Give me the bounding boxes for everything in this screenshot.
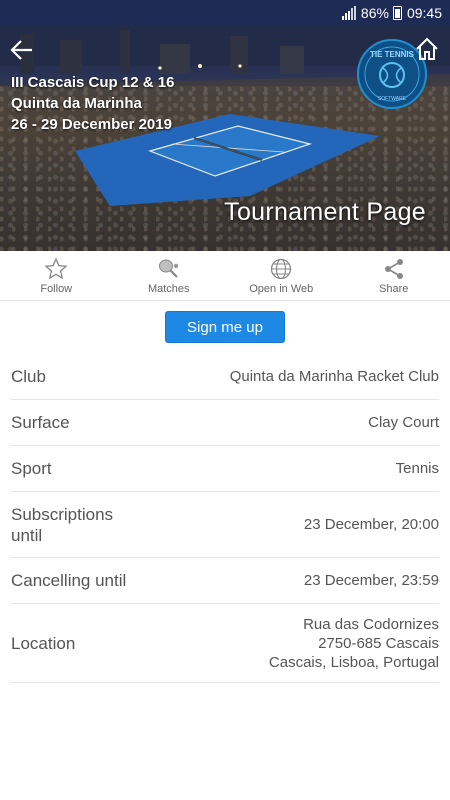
tournament-dates: 26 - 29 December 2019: [11, 116, 172, 133]
logo-text-bottom: SOFTWARE: [378, 96, 407, 102]
tournament-venue: Quinta da Marinha: [11, 95, 142, 112]
page-label: Tournament Page: [224, 198, 426, 226]
open-in-web-label: Open in Web: [249, 282, 314, 295]
location-postal: 2750-685 Cascais: [318, 634, 439, 652]
logo-text-top: TIE TENNIS: [370, 50, 415, 59]
home-icon[interactable]: [414, 36, 440, 62]
back-arrow-icon[interactable]: [8, 36, 36, 64]
info-row-surface: Surface Clay Court: [11, 400, 439, 446]
tournament-title: III Cascais Cup 12 & 16 Quinta da Marinh…: [11, 72, 174, 135]
open-in-web-button[interactable]: Open in Web: [225, 251, 338, 300]
subscriptions-label: Subscriptions until: [11, 504, 114, 545]
clock: 09:45: [406, 5, 442, 21]
sign-me-up-button[interactable]: Sign me up: [165, 311, 285, 343]
surface-label: Surface: [11, 413, 70, 432]
location-label: Location: [11, 633, 76, 653]
share-label: Share: [379, 282, 409, 295]
cancelling-label: Cancelling until: [11, 571, 127, 590]
battery-icon: [392, 6, 402, 20]
location-value[interactable]: Rua das Codornizes 2750-685 Cascais Casc…: [269, 615, 439, 672]
follow-label: Follow: [40, 282, 73, 295]
tennis-racket-icon: [158, 259, 178, 278]
tournament-name: III Cascais Cup 12 & 16: [11, 74, 175, 91]
matches-label: Matches: [147, 282, 190, 295]
info-row-sport: Sport Tennis: [11, 446, 439, 492]
action-bar: Follow Matches Open in Web Share: [0, 251, 450, 301]
info-row-cancelling: Cancelling until 23 December, 23:59: [11, 558, 439, 604]
globe-icon: [271, 258, 292, 279]
signal-icon: [341, 6, 356, 20]
star-icon: [44, 256, 68, 279]
info-row-club: Club Quinta da Marinha Racket Club: [11, 354, 439, 400]
tournament-banner: III Cascais Cup 12 & 16 Quinta da Marinh…: [0, 26, 450, 251]
battery-percent: 86%: [360, 5, 389, 21]
club-label: Club: [11, 367, 46, 386]
share-button[interactable]: Share: [338, 251, 450, 300]
info-row-subscriptions: Subscriptions until 23 December, 20:00: [11, 492, 439, 558]
club-value: Quinta da Marinha Racket Club: [229, 368, 439, 385]
surface-value: Clay Court: [368, 414, 439, 431]
location-street: Rua das Codornizes: [303, 615, 439, 633]
follow-button[interactable]: Follow: [0, 251, 113, 300]
status-bar: 86% 09:45: [0, 0, 450, 26]
location-region: Cascais, Lisboa, Portugal: [268, 653, 439, 671]
cancelling-value: 23 December, 23:59: [303, 572, 439, 589]
matches-button[interactable]: Matches: [113, 251, 226, 300]
info-row-location: Location Rua das Codornizes 2750-685 Cas…: [11, 604, 439, 683]
sport-label: Sport: [11, 459, 52, 478]
subscriptions-value: 23 December, 20:00: [303, 516, 439, 533]
tournament-info-list: Club Quinta da Marinha Racket Club Surfa…: [11, 354, 439, 683]
share-icon: [384, 258, 403, 279]
sport-value: Tennis: [395, 460, 439, 477]
